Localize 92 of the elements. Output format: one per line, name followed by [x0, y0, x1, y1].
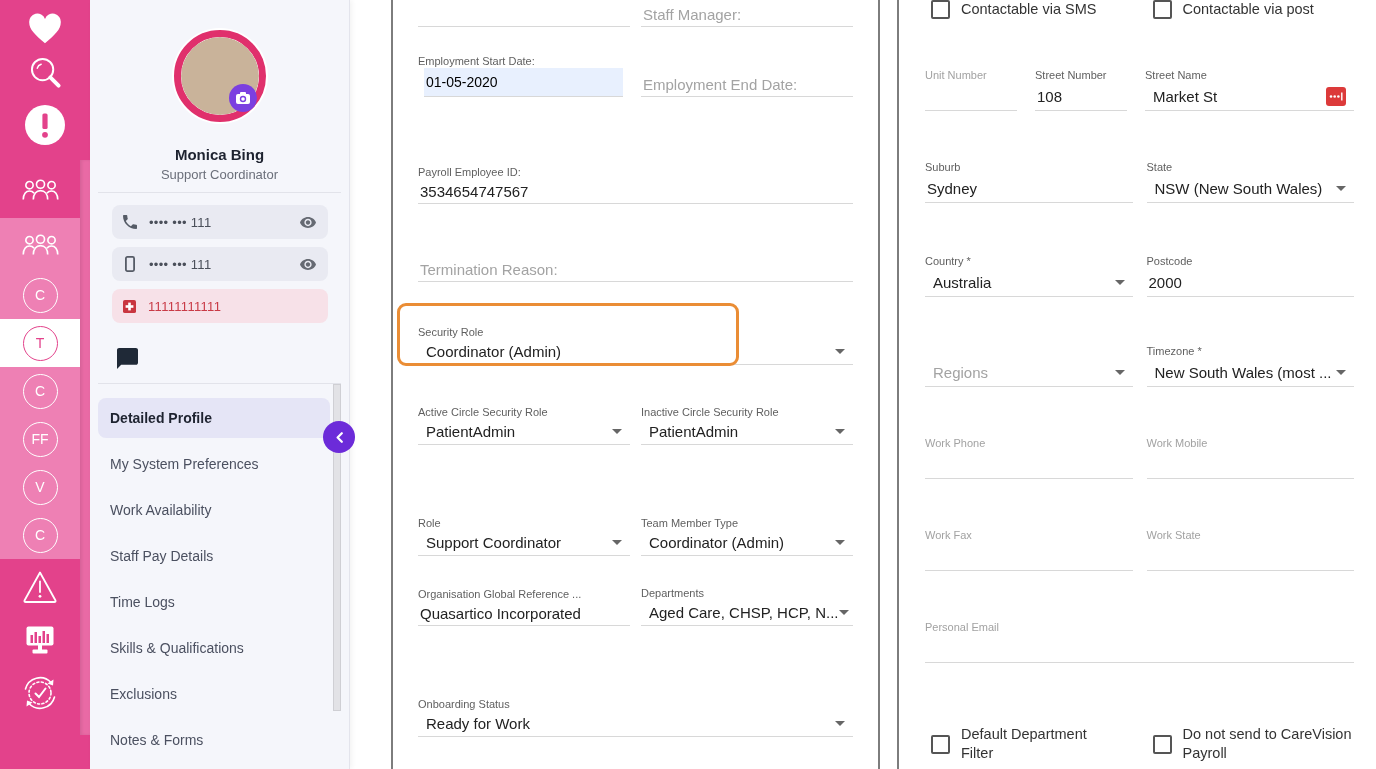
menu-item[interactable]: Time Logs	[98, 582, 330, 622]
field-label: Suburb	[925, 160, 962, 174]
menu-item[interactable]: Work Availability	[98, 490, 330, 530]
field-label: Organisation Global Reference ...	[418, 587, 583, 601]
input-field[interactable]: Market St	[1145, 82, 1354, 111]
contact-number: •••• ••• 111	[149, 256, 213, 272]
menu-item[interactable]: Staff Pay Details	[98, 536, 330, 576]
chat-icon[interactable]	[117, 348, 138, 369]
dropdown[interactable]: Aged Care, CHSP, HCP, N...	[641, 600, 853, 626]
ellipsis-icon[interactable]	[1326, 86, 1346, 106]
people-icon[interactable]	[21, 233, 59, 256]
search-icon[interactable]	[29, 57, 61, 88]
input-field[interactable]: 2000	[1146, 268, 1354, 297]
field-label: Unit Number	[925, 68, 988, 82]
checkbox[interactable]	[931, 734, 950, 754]
field-label: Departments	[641, 586, 705, 600]
chevron-left-icon	[335, 431, 343, 443]
checkbox[interactable]	[1152, 734, 1172, 754]
collapse-button[interactable]	[323, 421, 355, 453]
dropdown[interactable]: PatientAdmin	[641, 419, 853, 445]
field-label: Role	[418, 516, 442, 530]
checkbox[interactable]	[931, 0, 950, 19]
dropdown[interactable]: PatientAdmin	[418, 419, 630, 445]
field-label: Work State	[1146, 528, 1202, 542]
clock-refresh-icon[interactable]	[22, 674, 58, 711]
field-label: Employment Start Date:	[418, 54, 536, 68]
input-field[interactable]: Quasartico Incorporated	[418, 601, 630, 626]
field-label: Team Member Type	[641, 516, 739, 530]
caret-icon	[1336, 185, 1346, 191]
input-field[interactable]: 01-05-2020	[424, 68, 623, 97]
profile-role: Support Coordinator	[159, 167, 280, 183]
warning-icon[interactable]	[23, 570, 57, 603]
menu-item[interactable]: Skills & Qualifications	[98, 628, 330, 668]
checkbox[interactable]	[1152, 0, 1172, 19]
caret-icon	[835, 540, 845, 545]
eye-icon[interactable]	[300, 258, 316, 270]
caret-icon	[612, 540, 622, 545]
checkbox-label: Do not send to CareVision Payroll	[1182, 725, 1353, 763]
eye-icon[interactable]	[300, 216, 316, 228]
heart-icon[interactable]	[28, 13, 62, 44]
caret-icon	[612, 429, 622, 434]
field-label: Onboarding Status	[418, 697, 511, 711]
field-label: Inactive Circle Security Role	[641, 405, 780, 419]
profile-name: Monica Bing	[173, 146, 266, 164]
medical-cross-icon	[123, 299, 136, 313]
caret-icon	[835, 349, 845, 354]
alert-icon[interactable]	[25, 105, 65, 145]
monitor-chart-icon[interactable]	[26, 626, 54, 654]
dropdown[interactable]: NSW (New South Wales)	[1146, 174, 1354, 203]
input-field[interactable]: 3534654747567	[418, 179, 853, 204]
menu-item[interactable]: Exclusions	[98, 674, 330, 714]
input-field[interactable]: 108	[1035, 82, 1127, 111]
menu-item[interactable]: Notes & Forms	[98, 720, 330, 760]
dropdown[interactable]: Coordinator (Admin)	[641, 530, 853, 556]
dropdown[interactable]: Coordinator (Admin)	[418, 339, 853, 365]
field-label: Active Circle Security Role	[418, 405, 549, 419]
field-label: State	[1146, 160, 1174, 174]
caret-icon	[1336, 369, 1346, 375]
phone-icon	[123, 215, 137, 229]
field-label: Timezone *	[1146, 344, 1203, 358]
camera-icon[interactable]	[228, 84, 257, 112]
field-label: Country *	[925, 254, 972, 268]
people-icon[interactable]	[21, 177, 59, 201]
field-label: Security Role	[418, 325, 485, 339]
field-label: Work Fax	[925, 528, 973, 542]
dropdown[interactable]: Australia	[925, 268, 1133, 297]
field-label: Street Name	[1145, 68, 1208, 82]
menu-item[interactable]: My System Preferences	[98, 444, 330, 484]
field-label: Payroll Employee ID:	[418, 165, 522, 179]
field-label: Work Phone	[925, 436, 987, 450]
menu-item[interactable]: Detailed Profile	[98, 398, 330, 438]
field-label: Street Number	[1035, 68, 1108, 82]
mobile-phone-icon	[125, 256, 135, 272]
caret-icon	[838, 610, 849, 615]
scrollbar[interactable]	[333, 384, 341, 711]
caret-icon	[835, 721, 845, 726]
scrollbar[interactable]	[80, 160, 90, 735]
field-label: Personal Email	[925, 620, 1000, 634]
field-label: Work Mobile	[1146, 436, 1209, 450]
caret-icon	[835, 429, 845, 434]
dropdown[interactable]: New South Wales (most ...	[1146, 358, 1354, 387]
caret-icon	[1114, 279, 1125, 285]
checkbox-label: Default Department Filter	[961, 725, 1088, 763]
checkbox-label: Contactable via post	[1182, 0, 1314, 19]
dropdown[interactable]: Ready for Work	[418, 711, 853, 737]
checkbox-label: Contactable via SMS	[961, 0, 1097, 19]
dropdown[interactable]: Support Coordinator	[418, 530, 630, 556]
contact-number: •••• ••• 111	[149, 214, 213, 230]
contact-number: 11111111111	[148, 298, 223, 314]
field-label: Postcode	[1146, 254, 1194, 268]
input-field[interactable]: Sydney	[925, 174, 1133, 203]
caret-icon	[1114, 369, 1125, 375]
